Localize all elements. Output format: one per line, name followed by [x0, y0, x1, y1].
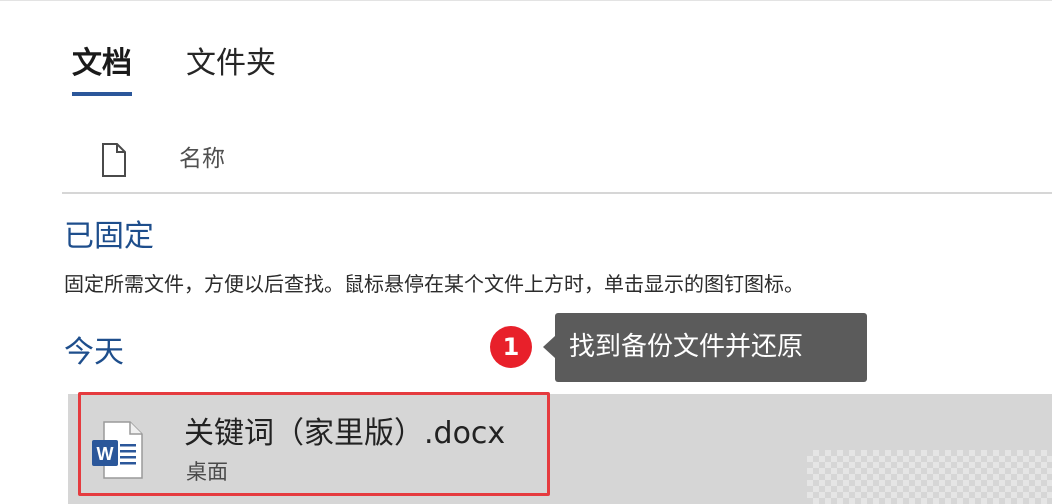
svg-text:W: W: [97, 444, 114, 464]
step-number-badge: 1: [490, 326, 532, 368]
file-list-column-header: 名称: [62, 130, 1052, 194]
pinned-section-heading: 已固定: [64, 219, 154, 254]
column-name-label[interactable]: 名称: [179, 144, 225, 174]
tab-documents[interactable]: 文档: [72, 44, 132, 96]
top-divider: [0, 0, 1052, 1]
tab-folders[interactable]: 文件夹: [186, 44, 276, 94]
callout-tooltip: 找到备份文件并还原: [555, 313, 867, 382]
row-background-pattern: [807, 450, 1052, 504]
document-icon[interactable]: [100, 142, 128, 178]
file-location: 桌面: [186, 460, 228, 484]
word-document-icon: W: [92, 421, 143, 479]
view-tabs: 文档 文件夹: [72, 44, 276, 96]
callout-pointer: [543, 336, 555, 358]
file-name[interactable]: 关键词（家里版）.docx: [184, 414, 505, 454]
pinned-section-description: 固定所需文件，方便以后查找。鼠标悬停在某个文件上方时，单击显示的图钉图标。: [64, 272, 804, 296]
today-section-heading: 今天: [64, 335, 124, 370]
